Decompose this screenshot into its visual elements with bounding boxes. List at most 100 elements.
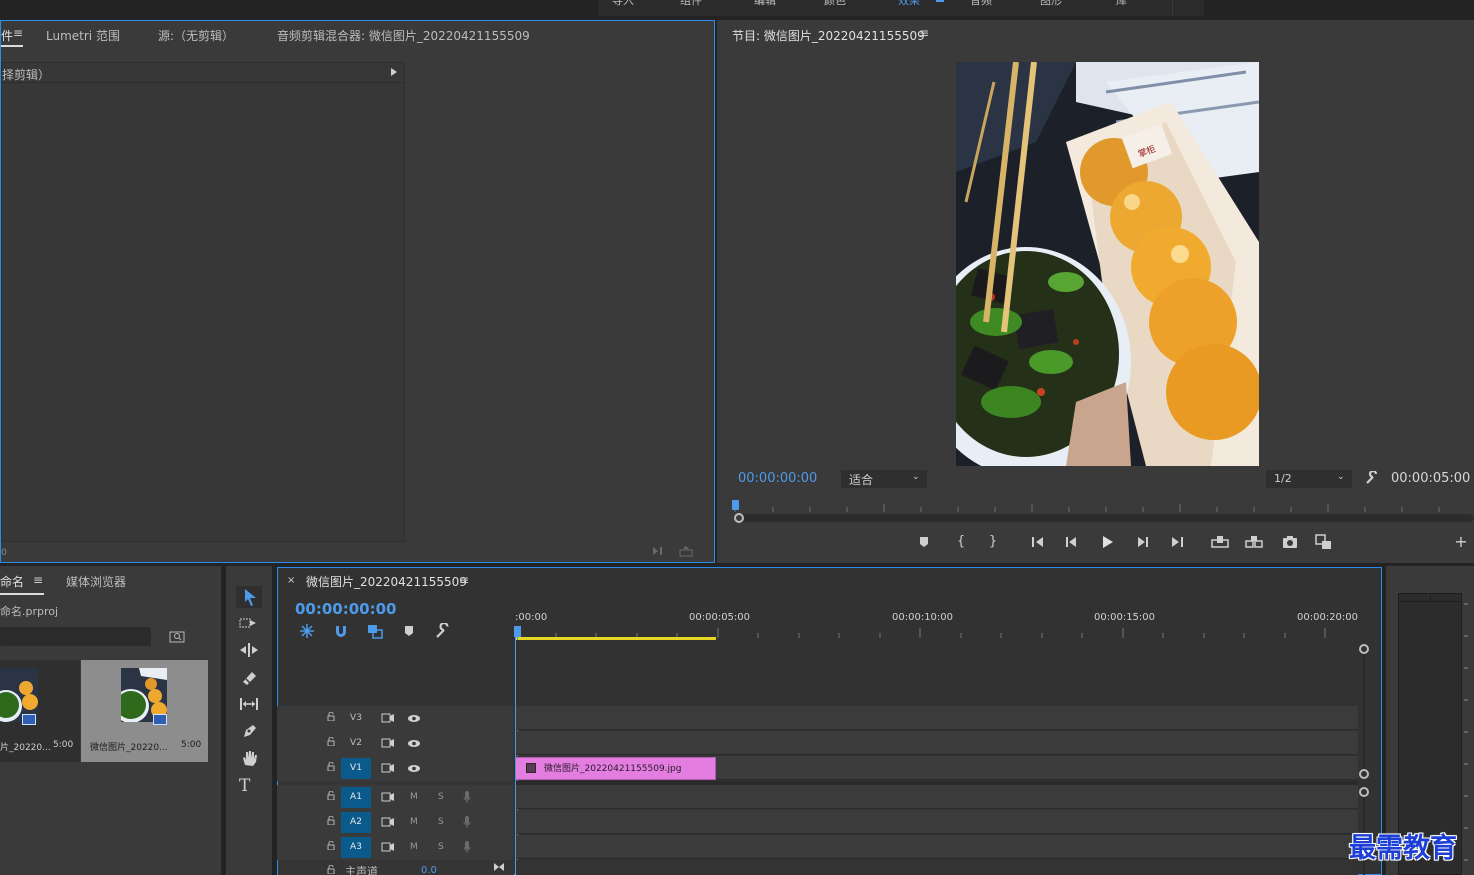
zoom-handle-left[interactable] [734, 513, 744, 523]
solo-button[interactable]: S [438, 817, 444, 827]
filter-icon[interactable] [652, 546, 666, 556]
timeline-ruler[interactable]: :00:00 00:00:05:00 00:00:10:00 00:00:15:… [515, 606, 1358, 638]
program-playhead[interactable] [732, 500, 739, 510]
tab-menu-icon[interactable]: ≡ [13, 26, 23, 40]
project-search-input[interactable] [0, 627, 151, 646]
export-frame-icon[interactable] [679, 546, 693, 557]
microphone-icon[interactable] [463, 841, 471, 854]
sequence-tab-title[interactable]: 微信图片_20220421155509 [306, 573, 467, 590]
track-select-tool-button[interactable] [238, 614, 260, 632]
eye-icon[interactable] [407, 764, 421, 773]
lane-v2[interactable] [515, 731, 1358, 755]
go-to-end-icon[interactable] [493, 862, 505, 872]
workspace-menu-icon[interactable] [936, 0, 944, 2]
lock-icon[interactable] [327, 791, 335, 800]
extract-button[interactable] [1244, 534, 1264, 550]
master-volume-value[interactable]: 0.0 [421, 865, 437, 875]
tab-project[interactable]: 命名 [0, 573, 24, 590]
track-name[interactable]: V3 [341, 708, 371, 729]
go-to-out-button[interactable] [1169, 534, 1185, 550]
step-forward-button[interactable] [1134, 534, 1150, 550]
workspace-tab-import[interactable]: 导入 [612, 0, 634, 8]
tab-media-browser[interactable]: 媒体浏览器 [66, 573, 126, 590]
workspace-tab-color[interactable]: 颜色 [824, 0, 846, 8]
mute-button[interactable]: M [410, 842, 418, 852]
tab-source[interactable]: 源:（无剪辑） [158, 27, 234, 44]
lift-button[interactable] [1210, 534, 1230, 550]
mute-button[interactable]: M [410, 792, 418, 802]
export-frame-camera-icon[interactable] [1281, 534, 1299, 550]
mark-in-button[interactable]: { [953, 534, 969, 550]
timeline-timecode[interactable]: 00:00:00:00 [295, 600, 397, 618]
tab-effect-controls[interactable]: 件 [1, 27, 13, 44]
eye-icon[interactable] [407, 714, 421, 723]
workspace-tab-libraries[interactable]: 库 [1116, 0, 1127, 8]
find-icon[interactable] [169, 630, 185, 643]
workspace-tab-effects[interactable]: 效果 [898, 0, 920, 8]
slip-tool-button[interactable] [238, 695, 260, 713]
lock-icon[interactable] [327, 737, 335, 746]
tab-audio-clip-mixer[interactable]: 音频剪辑混合器: 微信图片_20220421155509 [277, 27, 530, 44]
lock-icon[interactable] [327, 762, 335, 771]
video-frame[interactable]: 掌柜 [956, 62, 1259, 466]
program-playhead-timecode[interactable]: 00:00:00:00 [738, 471, 817, 486]
expand-arrow-icon[interactable] [391, 68, 397, 76]
solo-button[interactable]: S [438, 792, 444, 802]
lane-a1[interactable] [515, 785, 1358, 809]
wrench-icon[interactable] [1365, 471, 1379, 485]
lock-icon[interactable] [327, 712, 335, 721]
add-marker-icon[interactable] [402, 624, 416, 638]
linked-selection-icon[interactable] [367, 623, 383, 639]
add-marker-button[interactable] [916, 534, 932, 550]
sync-lock-icon[interactable] [381, 792, 395, 802]
razor-tool-button[interactable] [238, 668, 260, 686]
program-menu-icon[interactable]: ≡ [919, 26, 929, 40]
scroll-handle-top[interactable] [1359, 787, 1369, 797]
program-mini-ruler[interactable] [733, 498, 1474, 512]
selection-tool-button[interactable] [236, 586, 262, 608]
comparison-view-button[interactable] [1315, 534, 1333, 550]
workspace-tab-audio[interactable]: 音频 [970, 0, 992, 8]
project-item-selected[interactable]: 微信图片_20220... 5:00 [81, 660, 208, 762]
snap-magnet-icon[interactable] [333, 623, 349, 639]
timeline-settings-wrench-icon[interactable] [435, 623, 451, 639]
ripple-edit-tool-button[interactable] [238, 641, 260, 659]
track-name[interactable]: V1 [341, 758, 371, 779]
play-button[interactable] [1099, 534, 1115, 550]
microphone-icon[interactable] [463, 816, 471, 829]
resolution-dropdown[interactable]: 1/2 ⌄ [1266, 470, 1352, 488]
lock-icon[interactable] [327, 816, 335, 825]
mark-out-button[interactable]: } [985, 534, 1001, 550]
microphone-icon[interactable] [463, 791, 471, 804]
lane-a3[interactable] [515, 835, 1358, 859]
timeline-playhead[interactable] [514, 626, 521, 637]
track-name[interactable]: V2 [341, 733, 371, 754]
v1-clip[interactable]: 微信图片_20220421155509.jpg [515, 757, 716, 780]
pen-tool-button[interactable] [238, 722, 260, 740]
lane-a2[interactable] [515, 810, 1358, 834]
fit-dropdown[interactable]: 适合 ⌄ [841, 470, 927, 488]
video-tracks-scrollbar[interactable] [1358, 640, 1370, 782]
zoom-scrollbar[interactable] [739, 514, 1474, 522]
track-name[interactable]: A1 [341, 787, 371, 808]
scroll-handle-top[interactable] [1359, 644, 1369, 654]
workspace-tab-edit[interactable]: 编辑 [754, 0, 776, 8]
button-editor-add-icon[interactable]: + [1453, 534, 1469, 550]
track-name[interactable]: A2 [341, 812, 371, 833]
workspace-overflow[interactable] [1172, 0, 1204, 16]
solo-button[interactable]: S [438, 842, 444, 852]
mute-button[interactable]: M [410, 817, 418, 827]
workspace-tab-assembly[interactable]: 组件 [680, 0, 702, 8]
project-menu-icon[interactable]: ≡ [33, 573, 43, 587]
close-icon[interactable]: × [287, 575, 295, 586]
program-monitor-title[interactable]: 节目: 微信图片_20220421155509 [732, 27, 925, 44]
sync-lock-icon[interactable] [381, 763, 395, 773]
nest-toggle-icon[interactable] [299, 623, 315, 639]
sequence-menu-icon[interactable]: ≡ [459, 573, 469, 587]
lock-icon[interactable] [327, 841, 335, 850]
track-name[interactable]: A3 [341, 837, 371, 858]
workspace-tab-graphics[interactable]: 图形 [1040, 0, 1062, 8]
sync-lock-icon[interactable] [381, 817, 395, 827]
tab-lumetri-scopes[interactable]: Lumetri 范围 [46, 27, 120, 44]
lock-icon[interactable] [327, 865, 335, 874]
